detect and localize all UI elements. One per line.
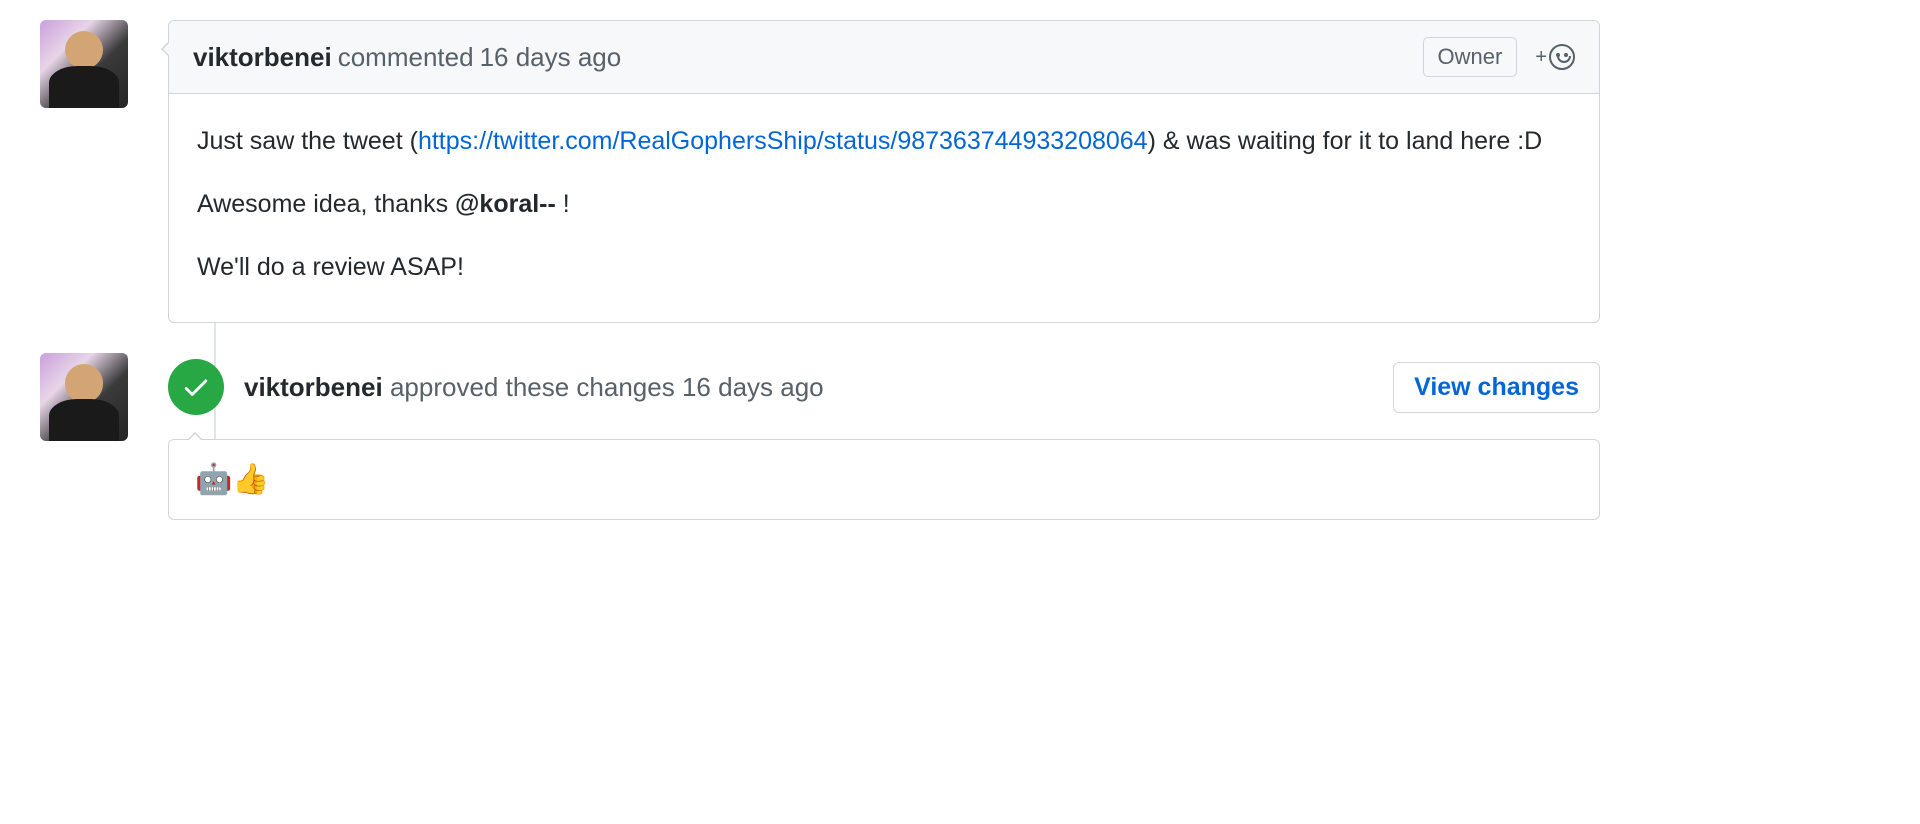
comment-text: Awesome idea, thanks (197, 190, 455, 218)
review-author[interactable]: viktorbenei (244, 372, 383, 402)
view-changes-button[interactable]: View changes (1393, 362, 1600, 413)
comment-text: ) & was waiting for it to land here :D (1148, 127, 1543, 155)
review-emoji: 🤖👍 (195, 463, 270, 496)
review-timestamp[interactable]: 16 days ago (682, 372, 824, 402)
plus-icon: + (1535, 46, 1547, 69)
review-body: 🤖👍 (168, 439, 1600, 520)
comment-text: Just saw the tweet ( (197, 127, 418, 155)
approved-check-icon (168, 359, 224, 415)
comment-item: viktorbenei commented 16 days ago Owner … (40, 20, 1600, 323)
avatar[interactable] (40, 20, 128, 108)
add-reaction-button[interactable]: + (1535, 44, 1575, 70)
comment-action: commented (338, 42, 474, 73)
comment-text: We'll do a review ASAP! (197, 248, 1571, 287)
tweet-link[interactable]: https://twitter.com/RealGophersShip/stat… (418, 127, 1148, 155)
comment-header: viktorbenei commented 16 days ago Owner … (169, 21, 1599, 94)
user-mention[interactable]: @koral-- (455, 190, 556, 218)
review-item: viktorbenei approved these changes 16 da… (40, 353, 1600, 520)
owner-badge: Owner (1423, 37, 1518, 77)
avatar[interactable] (40, 353, 128, 441)
review-header: viktorbenei approved these changes 16 da… (168, 353, 1600, 439)
comment-timestamp[interactable]: 16 days ago (480, 42, 622, 73)
comment-body: Just saw the tweet (https://twitter.com/… (169, 94, 1599, 322)
comment-box: viktorbenei commented 16 days ago Owner … (168, 20, 1600, 323)
review-action: approved these changes (390, 372, 675, 402)
smiley-icon (1549, 44, 1575, 70)
comment-author[interactable]: viktorbenei (193, 42, 332, 73)
comment-text: ! (556, 190, 570, 218)
